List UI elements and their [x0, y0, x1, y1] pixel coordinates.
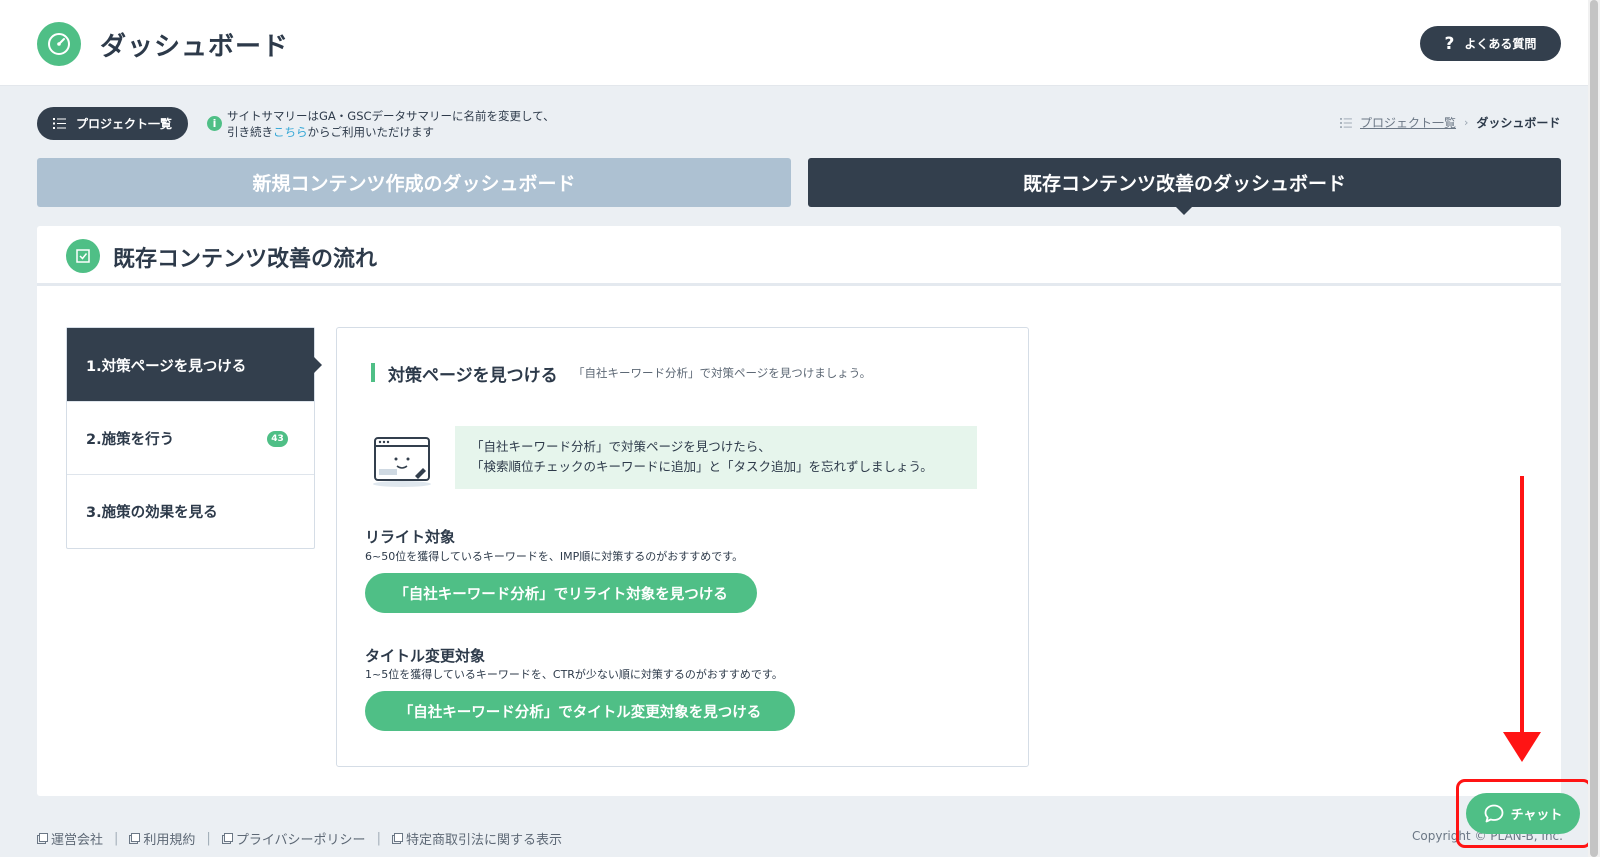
- chevron-right-icon: ›: [1464, 116, 1469, 129]
- rewrite-target-button[interactable]: 「自社キーワード分析」でリライト対象を見つける: [365, 573, 757, 613]
- panel-title: 既存コンテンツ改善の流れ: [113, 247, 378, 272]
- external-link-icon: [37, 833, 48, 844]
- title-change-target-title: タイトル変更対象: [365, 647, 486, 665]
- speedometer-icon: [37, 22, 81, 66]
- footer-separator: |: [376, 831, 381, 846]
- footer-links: 運営会社 | 利用規約 | プライバシーポリシー | 特定商取引法に関する表示: [37, 829, 562, 848]
- footer-link-company[interactable]: 運営会社: [37, 829, 103, 848]
- step-label: 3.施策の効果を見る: [86, 505, 218, 521]
- notice-link[interactable]: こちら: [273, 125, 308, 139]
- rewrite-target-title: リライト対象: [365, 528, 456, 546]
- tip-line-2: 「検索順位チェックのキーワードに追加」と「タスク追加」を忘れずしましょう。: [471, 459, 933, 474]
- task-count-badge: 43: [267, 431, 288, 447]
- breadcrumb-project-list[interactable]: プロジェクト一覧: [1360, 114, 1456, 131]
- footer-link-label: 運営会社: [51, 833, 104, 848]
- question-icon: ?: [1444, 33, 1455, 54]
- section-subtitle: 「自社キーワード分析」で対策ページを見つけましょう。: [573, 366, 872, 380]
- footer-link-label: 利用規約: [143, 833, 196, 848]
- footer-separator: |: [114, 831, 119, 846]
- checkbox-icon: [66, 239, 100, 273]
- section-title: 対策ページを見つける: [388, 366, 558, 386]
- notice-prefix: 引き続き: [227, 124, 273, 139]
- breadcrumb-current: ダッシュボード: [1476, 116, 1561, 130]
- notice-line-1: サイトサマリーはGA・GSCデータサマリーに名前を変更して、: [227, 109, 555, 123]
- page-title: ダッシュボード: [100, 32, 290, 62]
- page-scrollbar-thumb[interactable]: [1590, 0, 1598, 857]
- tab-existing-label: 既存コンテンツ改善のダッシュボード: [1022, 173, 1346, 195]
- improvement-flow-panel: 既存コンテンツ改善の流れ 1.対策ページを見つける 2.施策を行う 43 3.施…: [37, 226, 1561, 796]
- footer-separator: |: [206, 831, 211, 846]
- project-list-button[interactable]: プロジェクト一覧: [37, 107, 188, 140]
- step-label: 2.施策を行う: [86, 432, 175, 448]
- tab-existing-content-dashboard[interactable]: 既存コンテンツ改善のダッシュボード: [808, 158, 1561, 215]
- step-take-action[interactable]: 2.施策を行う 43: [67, 401, 314, 475]
- footer-link-terms[interactable]: 利用規約: [129, 829, 195, 848]
- notice-text: サイトサマリーはGA・GSCデータサマリーに名前を変更して、 引き続きこちらから…: [227, 109, 555, 140]
- section-accent-bar: [371, 363, 375, 382]
- step-find-pages[interactable]: 1.対策ページを見つける: [67, 328, 322, 402]
- tip-box: 「自社キーワード分析」で対策ページを見つけたら、 「検索順位チェックのキーワード…: [455, 426, 977, 489]
- external-link-icon: [129, 833, 141, 844]
- info-icon: i: [207, 116, 222, 131]
- notice-suffix: からご利用いただけます: [307, 124, 435, 139]
- list-icon: [1340, 117, 1352, 128]
- panel-header: 既存コンテンツ改善の流れ: [37, 226, 1561, 286]
- step-content: 対策ページを見つける 「自社キーワード分析」で対策ページを見つけましょう。 「自…: [336, 327, 1029, 767]
- faq-button[interactable]: ? よくある質問: [1420, 26, 1561, 61]
- annotation-highlight-box: [1456, 779, 1592, 848]
- footer-link-label: 特定商取引法に関する表示: [405, 833, 562, 848]
- active-tab-caret: [1176, 207, 1192, 215]
- step-list: 1.対策ページを見つける 2.施策を行う 43 3.施策の効果を見る: [66, 327, 322, 549]
- external-link-icon: [391, 833, 403, 844]
- faq-label: よくある質問: [1464, 37, 1537, 51]
- notice-line-2: 引き続きこちらからご利用いただけます: [227, 125, 555, 141]
- list-icon: [53, 118, 66, 129]
- step-view-results[interactable]: 3.施策の効果を見る: [67, 474, 314, 548]
- footer-link-label: プライバシーポリシー: [235, 833, 366, 848]
- title-change-target-desc: 1~5位を獲得しているキーワードを、CTRが少ない順に対策するのがおすすめです。: [365, 668, 783, 681]
- title-change-target-button[interactable]: 「自社キーワード分析」でタイトル変更対象を見つける: [365, 691, 795, 731]
- external-link-icon: [221, 833, 233, 844]
- annotation-arrow-shaft: [1520, 476, 1524, 738]
- project-list-label: プロジェクト一覧: [76, 117, 173, 131]
- footer-link-privacy[interactable]: プライバシーポリシー: [221, 829, 366, 848]
- footer-link-commercial-law[interactable]: 特定商取引法に関する表示: [391, 829, 562, 848]
- rewrite-target-desc: 6~50位を獲得しているキーワードを、IMP順に対策するのがおすすめです。: [365, 550, 744, 563]
- annotation-arrow-head: [1503, 732, 1541, 762]
- browser-window-icon: [373, 437, 431, 487]
- tab-new-content-dashboard[interactable]: 新規コンテンツ作成のダッシュボード: [37, 158, 791, 207]
- tip-line-1: 「自社キーワード分析」で対策ページを見つけたら、: [471, 439, 771, 454]
- top-header: ダッシュボード ? よくある質問: [0, 0, 1600, 86]
- breadcrumb: プロジェクト一覧 › ダッシュボード: [1340, 114, 1560, 131]
- step-label: 1.対策ページを見つける: [86, 358, 247, 375]
